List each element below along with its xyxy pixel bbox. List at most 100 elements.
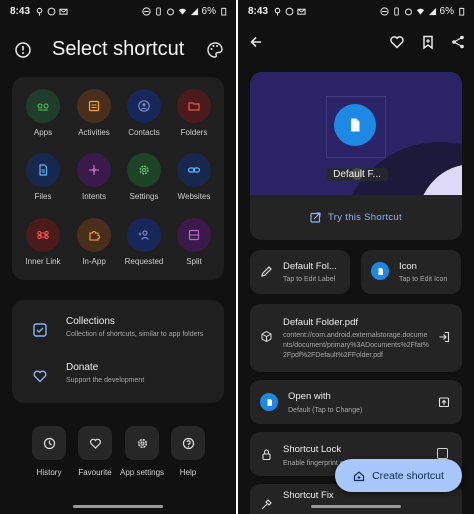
shortcut-preview-card: Default F... Try this Shortcut (250, 72, 462, 240)
fix-icon (260, 498, 273, 511)
wifi-icon (416, 7, 425, 16)
alarm-icon (404, 7, 413, 16)
shortcut-lock-checkbox[interactable] (437, 448, 448, 459)
grid-label: Intents (81, 192, 106, 201)
preview-label: Default F... (326, 168, 388, 181)
vibrate-icon (392, 6, 401, 16)
icon-card-title: Icon (399, 261, 417, 272)
grid-label: In-App (82, 257, 106, 266)
puzzle-icon (77, 218, 111, 252)
pin-icon (273, 7, 282, 16)
shortcut-editor-screen: 8:43 6% Default F... Try this Shortcut D… (238, 0, 474, 514)
open-with-subtitle: Default (Tap to Change) (288, 407, 363, 414)
grid-item-contacts[interactable]: Contacts (118, 89, 170, 137)
battery-icon (457, 7, 466, 16)
grid-item-in-app[interactable]: In-App (68, 218, 120, 266)
open-with-card[interactable]: Open with Default (Tap to Change) (250, 380, 462, 424)
grid-item-folders[interactable]: Folders (168, 89, 220, 137)
gear-icon (125, 426, 159, 460)
info-icon[interactable] (14, 41, 32, 59)
do-not-disturb-icon (379, 6, 389, 16)
icon-card-subtitle: Tap to Edit Icon (399, 276, 448, 283)
grid-item-files[interactable]: Files (17, 153, 69, 201)
alarm-icon (166, 7, 175, 16)
status-bar: 8:43 6% (238, 0, 474, 22)
open-with-title: Open with (288, 391, 331, 402)
collections-title: Collections (66, 316, 115, 327)
history-icon (32, 426, 66, 460)
signal-icon (190, 7, 199, 16)
page-title: Select shortcut (52, 38, 185, 60)
grid-item-split[interactable]: Split (168, 218, 220, 266)
grid-label: Folders (180, 128, 208, 137)
palette-icon[interactable] (206, 41, 224, 59)
open-in-icon[interactable] (438, 331, 450, 343)
whatsapp-icon (47, 7, 56, 16)
grid-item-intents[interactable]: Intents (68, 153, 120, 201)
edit-label-card[interactable]: Default Fol... Tap to Edit Label (250, 250, 350, 294)
grid-item-activities[interactable]: Activities (68, 89, 120, 137)
label-card-title: Default Fol... (283, 261, 337, 272)
collections-row[interactable]: Collections Collection of shortcuts, sim… (12, 314, 224, 354)
uri-title: Default Folder.pdf (283, 317, 358, 328)
create-shortcut-label: Create shortcut (372, 469, 444, 482)
status-time: 8:43 (248, 5, 269, 17)
try-shortcut-label: Try this Shortcut (328, 212, 402, 223)
email-icon (59, 7, 68, 16)
file-icon[interactable] (334, 104, 376, 146)
signal-icon (428, 7, 437, 16)
grid-label: Settings (129, 192, 159, 201)
help-label: Help (179, 468, 197, 477)
grid-label: Contacts (128, 128, 160, 137)
grid-item-settings[interactable]: Settings (118, 153, 170, 201)
pin-icon (35, 7, 44, 16)
grid-item-websites[interactable]: Websites (168, 153, 220, 201)
help-button[interactable]: Help (158, 426, 218, 477)
toolbar (238, 30, 474, 54)
person-add-icon (127, 218, 161, 252)
label-card-subtitle: Tap to Edit Label (283, 276, 336, 283)
donate-row[interactable]: Donate Support the development (12, 360, 224, 400)
whatsapp-icon (285, 7, 294, 16)
shortcut-fix-title: Shortcut Fix (283, 490, 334, 501)
uri-card[interactable]: Default Folder.pdf content://com.android… (250, 304, 462, 372)
share-icon[interactable] (450, 34, 466, 50)
do-not-disturb-icon (141, 6, 151, 16)
donate-title: Donate (66, 362, 99, 373)
file-icon (260, 393, 278, 411)
folder-icon (177, 89, 211, 123)
grid-label: Files (34, 192, 52, 201)
open-app-icon[interactable] (438, 396, 450, 408)
grid-label: Apps (33, 128, 53, 137)
info-panel: Collections Collection of shortcuts, sim… (12, 300, 224, 403)
grid-item-inner-link[interactable]: Inner Link (17, 218, 69, 266)
heart-icon (78, 426, 112, 460)
intents-icon (77, 153, 111, 187)
grid-item-requested[interactable]: Requested (118, 218, 170, 266)
lock-icon (260, 448, 273, 461)
cube-icon (260, 330, 273, 343)
bookmark-icon[interactable] (420, 34, 436, 50)
try-shortcut-button[interactable]: Try this Shortcut (250, 195, 462, 240)
grid-label: Requested (124, 257, 164, 266)
grid-item-apps[interactable]: Apps (17, 89, 69, 137)
grid-label: Activities (78, 128, 110, 137)
status-bar: 8:43 6% (0, 0, 236, 22)
select-shortcut-screen: 8:43 6% Select shortcut Apps Activities … (0, 0, 236, 514)
pencil-icon (260, 265, 273, 278)
status-time: 8:43 (10, 5, 31, 17)
favourite-heart-icon[interactable] (389, 34, 405, 50)
activities-icon (77, 89, 111, 123)
back-arrow-icon[interactable] (248, 34, 264, 50)
file-icon (26, 153, 60, 187)
create-shortcut-button[interactable]: Create shortcut (335, 459, 462, 492)
battery-percent: 6% (201, 5, 216, 17)
heart-icon (32, 368, 48, 384)
help-icon (171, 426, 205, 460)
uri-subtitle: content://com.android.externalstorage.do… (283, 332, 429, 359)
donate-subtitle: Support the development (66, 377, 145, 384)
collections-subtitle: Collection of shortcuts, similar to app … (66, 331, 204, 338)
header: Select shortcut (0, 36, 236, 66)
apps-icon (26, 89, 60, 123)
edit-icon-card[interactable]: Icon Tap to Edit Icon (361, 250, 461, 294)
